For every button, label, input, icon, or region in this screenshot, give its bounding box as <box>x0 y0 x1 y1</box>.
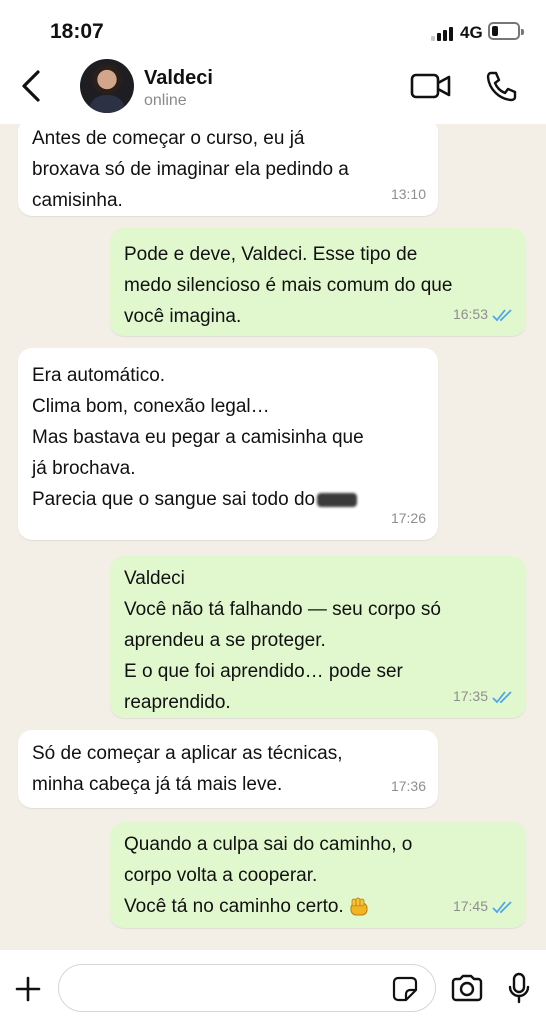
chevron-left-icon <box>22 70 40 102</box>
message-text-line: Você não tá falhando — seu corpo só <box>124 599 441 620</box>
battery-icon <box>488 22 524 40</box>
message-input[interactable] <box>58 964 436 1012</box>
message-meta: 17:36 <box>391 771 426 802</box>
network-type: 4G <box>460 23 483 42</box>
double-check-icon <box>492 308 512 321</box>
contact-name[interactable]: Valdeci <box>144 67 213 90</box>
voice-call-button[interactable] <box>484 70 518 102</box>
message-meta: 17:45 <box>453 891 514 922</box>
message-text-line: corpo volta a cooperar. <box>124 865 318 886</box>
contact-status: online <box>144 92 187 109</box>
message-time: 17:45 <box>452 898 488 914</box>
chat-header: Valdeci online <box>0 54 546 124</box>
message-text-line: minha cabeça já tá mais leve. <box>32 774 283 795</box>
contact-avatar[interactable] <box>80 59 134 113</box>
message-text-line: já brochava. <box>32 458 136 479</box>
message-time: 17:26 <box>390 510 426 526</box>
voice-message-button[interactable] <box>508 972 530 1004</box>
message-incoming[interactable]: Antes de começar o curso, eu já broxava … <box>18 124 438 216</box>
message-text-line: broxava só de imaginar ela pedindo a <box>32 159 349 180</box>
microphone-icon <box>508 972 530 1004</box>
video-camera-icon <box>410 73 451 99</box>
message-incoming[interactable]: Era automático. Clima bom, conexão legal… <box>18 348 438 540</box>
message-text-line: Valdeci <box>124 568 185 589</box>
message-outgoing[interactable]: Quando a culpa sai do caminho, o corpo v… <box>110 822 526 928</box>
message-text-line: Mas bastava eu pegar a camisinha que <box>32 427 364 448</box>
message-meta: 13:10 <box>391 179 426 210</box>
censor-scribble <box>317 492 358 507</box>
message-incoming[interactable]: Só de começar a aplicar as técnicas, min… <box>18 730 438 808</box>
back-button[interactable] <box>18 68 48 104</box>
message-meta: 16:53 <box>453 299 514 330</box>
message-time: 17:35 <box>452 688 488 704</box>
message-text-line: Só de começar a aplicar as técnicas, <box>32 743 343 764</box>
message-text: Parecia que o sangue sai todo do <box>32 489 316 510</box>
message-text-line: aprendeu a se proteger. <box>124 630 326 651</box>
double-check-icon <box>492 690 512 703</box>
message-meta: 17:35 <box>453 681 514 712</box>
plus-icon <box>15 976 41 1002</box>
double-check-icon <box>492 900 512 913</box>
camera-button[interactable] <box>450 974 484 1002</box>
composer-bar <box>0 950 546 1024</box>
message-text-line: Antes de começar o curso, eu já <box>32 128 305 149</box>
message-text-line: Era automático. <box>32 365 166 386</box>
message-text-line: Clima bom, conexão legal… <box>32 396 270 417</box>
sticker-icon <box>392 976 418 1002</box>
message-outgoing[interactable]: Valdeci Você não tá falhando — seu corpo… <box>110 556 526 718</box>
message-text: Você tá no caminho certo. <box>124 896 344 917</box>
message-time: 13:10 <box>390 186 426 202</box>
signal-strength-icon <box>431 25 457 41</box>
sticker-button[interactable] <box>392 976 418 1002</box>
chat-area[interactable]: Antes de começar o curso, eu já broxava … <box>0 124 546 950</box>
message-meta: 17:26 <box>391 503 426 534</box>
message-text-line: Quando a culpa sai do caminho, o <box>124 834 413 855</box>
status-bar: 18:07 4G <box>0 0 546 62</box>
message-time: 17:36 <box>390 778 426 794</box>
message-outgoing[interactable]: Pode e deve, Valdeci. Esse tipo de medo … <box>110 228 526 336</box>
camera-icon <box>451 974 483 1002</box>
raised-fist-emoji-icon <box>350 897 368 916</box>
attach-button[interactable] <box>14 975 42 1003</box>
message-time: 16:53 <box>452 306 488 322</box>
message-text-line: Pode e deve, Valdeci. Esse tipo de <box>124 244 418 265</box>
video-call-button[interactable] <box>410 72 452 100</box>
status-time: 18:07 <box>50 20 104 43</box>
message-text-line: camisinha. <box>32 190 123 211</box>
message-text-line-censored: Parecia que o sangue sai todo do <box>32 484 424 515</box>
phone-icon <box>486 71 517 102</box>
message-text-line: medo silencioso é mais comum do que <box>124 275 453 296</box>
